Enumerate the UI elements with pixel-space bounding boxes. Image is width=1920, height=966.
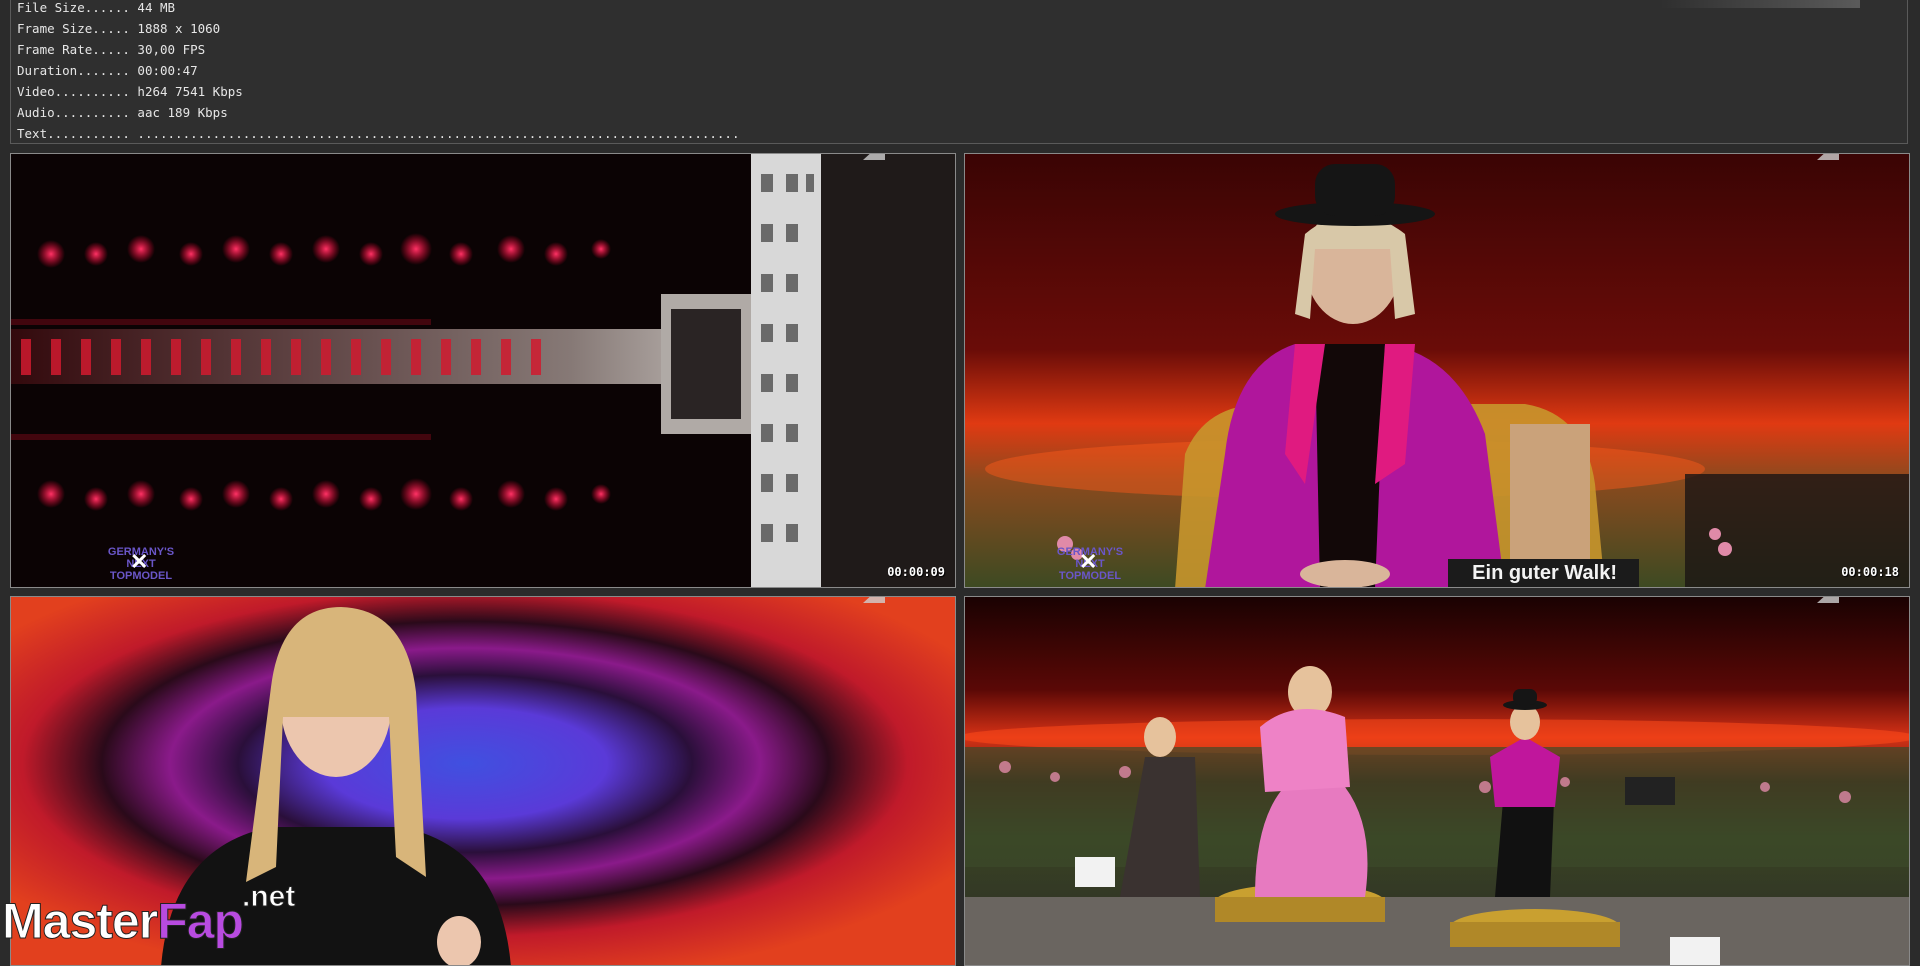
judge-seated-scene (965, 154, 1909, 587)
faint-overlay-bar (1660, 0, 1860, 8)
frame-timestamp: 00:00:18 (1841, 565, 1899, 579)
info-line-text: Text........... ........................… (17, 126, 740, 141)
subtitle-caption: Ein guter Walk! (1448, 559, 1639, 587)
thumbnail-frame-2[interactable]: GERMANY'S NEXT TOPMODEL ✕ Ein guter Walk… (964, 153, 1910, 588)
show-logo: GERMANY'S NEXT TOPMODEL ✕ (107, 546, 175, 582)
thumbnail-frame-1[interactable]: GERMANY'S NEXT TOPMODEL ✕ 00:00:09 (10, 153, 956, 588)
info-line-frame-rate: Frame Rate..... 30,00 FPS (17, 42, 206, 57)
site-watermark: .net MasterFap (0, 880, 310, 960)
info-line-audio: Audio.......... aac 189 Kbps (17, 105, 228, 120)
info-line-duration: Duration....... 00:00:47 (17, 63, 198, 78)
thumbnail-frame-4[interactable] (964, 596, 1910, 966)
watermark-suffix: .net (241, 880, 296, 914)
runway-aerial-scene (11, 154, 955, 587)
runway-judges-scene (965, 597, 1909, 965)
show-logo: GERMANY'S NEXT TOPMODEL ✕ (1056, 546, 1124, 582)
frame-timestamp: 00:00:09 (887, 565, 945, 579)
info-line-file-size: File Size...... 44 MB (17, 0, 176, 15)
media-info-panel: File Size...... 44 MB Frame Size..... 18… (10, 0, 1908, 144)
close-x-icon: ✕ (130, 549, 149, 574)
info-line-frame-size: Frame Size..... 1888 x 1060 (17, 21, 221, 36)
info-line-video: Video.......... h264 7541 Kbps (17, 84, 243, 99)
close-x-icon: ✕ (1079, 549, 1098, 574)
watermark-text: MasterFap (1, 893, 244, 950)
